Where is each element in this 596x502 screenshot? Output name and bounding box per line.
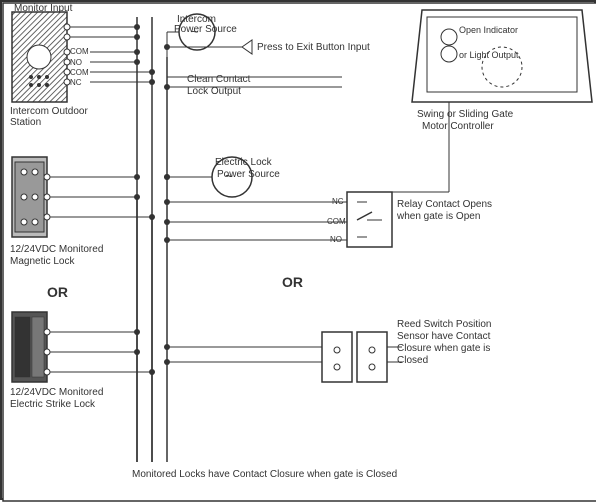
svg-text:Monitor Input: Monitor Input [14,3,73,14]
svg-text:Closure when gate is: Closure when gate is [397,343,490,354]
wiring-diagram: Monitor Input COM NO COM NC Intercom Out… [0,0,596,500]
svg-text:Reed Switch Position: Reed Switch Position [397,319,492,330]
svg-text:COM: COM [70,47,89,56]
svg-text:Open Indicator: Open Indicator [459,25,518,35]
svg-text:Power Source: Power Source [174,24,237,35]
svg-text:Sensor have Contact: Sensor have Contact [397,331,491,342]
svg-text:when gate is Open: when gate is Open [396,211,480,222]
svg-text:Swing or Sliding Gate: Swing or Sliding Gate [417,109,514,120]
svg-text:Station: Station [10,117,41,128]
svg-text:OR: OR [47,284,68,300]
svg-text:Closed: Closed [397,355,428,366]
svg-text:COM: COM [70,68,89,77]
svg-text:Press to Exit Button Input: Press to Exit Button Input [257,42,370,53]
svg-text:Lock Output: Lock Output [187,86,241,97]
svg-text:Magnetic Lock: Magnetic Lock [10,256,75,267]
svg-text:NO: NO [70,58,82,67]
svg-text:Relay Contact Opens: Relay Contact Opens [397,199,492,210]
svg-text:Electric Lock: Electric Lock [215,157,273,168]
svg-text:Electric Strike Lock: Electric Strike Lock [10,399,96,410]
svg-text:Clean Contact: Clean Contact [187,74,251,85]
svg-text:12/24VDC Monitored: 12/24VDC Monitored [10,244,103,255]
svg-text:Monitored Locks have Contact C: Monitored Locks have Contact Closure whe… [132,469,397,480]
svg-text:Motor Controller: Motor Controller [422,121,494,132]
svg-text:12/24VDC Monitored: 12/24VDC Monitored [10,387,103,398]
svg-text:Power Source: Power Source [217,169,280,180]
svg-text:NC: NC [70,78,82,87]
svg-text:Intercom Outdoor: Intercom Outdoor [10,106,88,117]
svg-text:OR: OR [282,274,303,290]
